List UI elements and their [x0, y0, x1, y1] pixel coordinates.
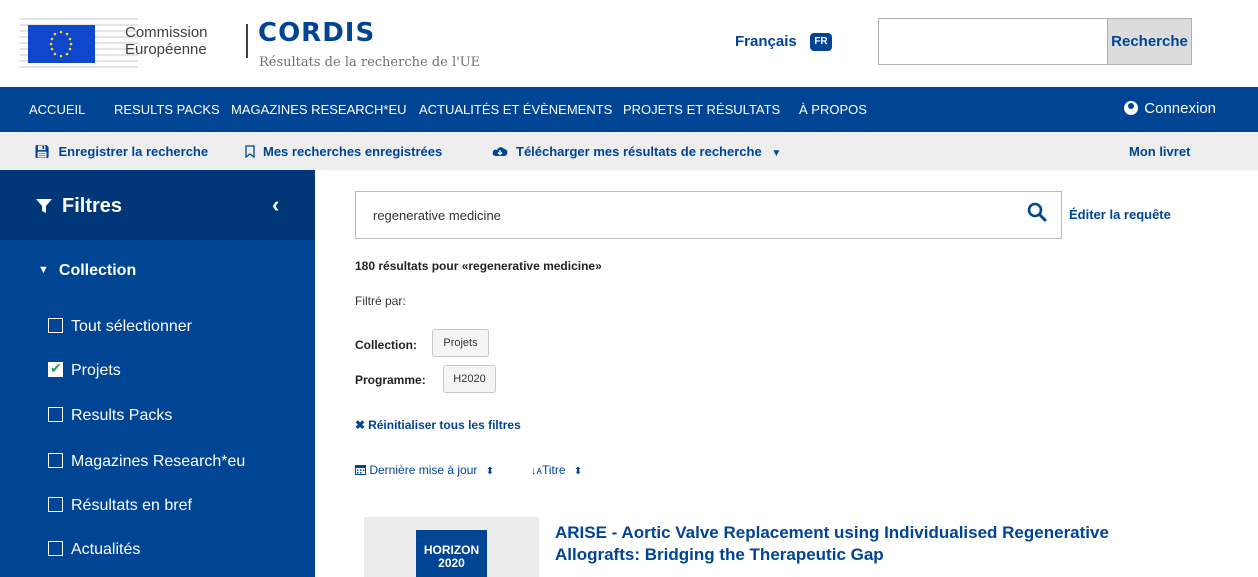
bookmark-icon — [245, 144, 255, 159]
checkbox[interactable] — [48, 318, 63, 333]
nav-item-results-packs[interactable]: RESULTS PACKS — [114, 102, 220, 117]
site-header: Commission Européenne CORDIS Résultats d… — [0, 0, 1258, 84]
nav-item-projets[interactable]: PROJETS ET RÉSULTATS — [623, 102, 780, 117]
filters-header: Filtres ‹ — [0, 170, 315, 240]
commission-name: Commission Européenne — [125, 24, 208, 58]
collection-filter-chip[interactable]: Projets — [432, 329, 489, 357]
filter-label: Tout sélectionner — [71, 318, 192, 335]
site-search-input[interactable] — [878, 18, 1108, 65]
login-link[interactable]: Connexion — [1124, 100, 1216, 117]
calendar-icon — [355, 463, 369, 477]
horizon-2020-logo: HORIZON 2020 — [416, 530, 487, 577]
filters-sidebar: Filtres ‹ ▼ Collection Tout sélectionner … — [0, 170, 315, 577]
query-input[interactable]: regenerative medicine — [355, 191, 1062, 239]
filters-title-label: Filtres — [62, 195, 123, 217]
nav-item-actualites[interactable]: ACTUALITÉS ET ÉVÈNEMENTS — [419, 102, 612, 117]
save-search-label: Enregistrer la recherche — [58, 144, 209, 159]
main-nav: ACCUEIL RESULTS PACKS MAGAZINES RESEARCH… — [0, 87, 1258, 132]
collection-section-title[interactable]: ▼ Collection — [38, 262, 136, 280]
programme-filter-label: Programme: — [355, 373, 426, 387]
sort-icon: ⬍ — [573, 466, 583, 477]
download-results-label: Télécharger mes résultats de recherche — [516, 144, 762, 159]
checkbox[interactable] — [48, 541, 63, 556]
ec-building-logo-icon — [20, 13, 138, 70]
checkbox[interactable] — [48, 407, 63, 422]
sort-title-label: Titre — [541, 463, 566, 477]
caret-down-icon: ▼ — [38, 264, 49, 276]
download-results-button[interactable]: Télécharger mes résultats de recherche ▼ — [492, 144, 781, 159]
result-title-link[interactable]: ARISE - Aortic Valve Replacement using I… — [555, 522, 1195, 566]
checkbox[interactable] — [48, 497, 63, 512]
programme-filter-chip[interactable]: H2020 — [443, 365, 496, 393]
user-icon — [1124, 101, 1139, 115]
filters-title: Filtres — [36, 195, 122, 218]
filter-item-tout-selectionner[interactable]: Tout sélectionner — [48, 318, 192, 336]
cordis-title[interactable]: CORDIS — [258, 18, 375, 48]
language-code-badge[interactable]: FR — [810, 33, 832, 51]
edit-query-link[interactable]: Éditer la requête — [1069, 207, 1171, 222]
search-toolbar: 💾︎ Enregistrer la recherche Mes recherche… — [0, 132, 1258, 170]
collection-title-label: Collection — [58, 262, 137, 279]
collapse-sidebar-icon[interactable]: ‹ — [272, 192, 279, 218]
collection-filter-label: Collection: — [355, 338, 417, 352]
sort-by-date[interactable]: Dernière mise à jour ⬍ — [355, 463, 494, 477]
sort-date-label: Dernière mise à jour — [369, 463, 478, 477]
checkbox[interactable] — [48, 453, 63, 468]
save-search-button[interactable]: 💾︎ Enregistrer la recherche — [34, 144, 208, 160]
filter-label: Magazines Research*eu — [71, 453, 246, 470]
logo-line-2: 2020 — [438, 556, 465, 570]
my-searches-button[interactable]: Mes recherches enregistrées — [245, 144, 442, 159]
save-icon: 💾︎ — [34, 144, 51, 159]
search-button[interactable]: Recherche — [1107, 18, 1192, 65]
close-icon: ✖ — [355, 418, 366, 432]
sort-alpha-icon: ↓ᴀ — [531, 465, 542, 477]
filter-icon — [36, 199, 52, 213]
filter-item-actualites[interactable]: Actualités — [48, 541, 140, 559]
chevron-down-icon: ▼ — [771, 148, 782, 159]
filter-label: Actualités — [71, 541, 141, 558]
filter-label: Résultats en bref — [71, 497, 192, 514]
cordis-subtitle: Résultats de la recherche de l'UE — [259, 55, 481, 70]
query-text: regenerative medicine — [373, 208, 501, 223]
search-icon[interactable] — [1027, 202, 1047, 222]
reset-filters-link[interactable]: ✖ Réinitialiser tous les filtres — [355, 418, 521, 432]
filter-item-magazines[interactable]: Magazines Research*eu — [48, 453, 245, 471]
filter-item-results-packs[interactable]: Results Packs — [48, 407, 172, 425]
filter-label: Projets — [71, 362, 121, 379]
reset-filters-label: Réinitialiser tous les filtres — [368, 418, 521, 432]
nav-item-a-propos[interactable]: À PROPOS — [799, 102, 867, 117]
sort-icon: ⬍ — [485, 466, 495, 477]
results-count: 180 résultats pour «regenerative medicin… — [355, 259, 602, 273]
checkbox-checked[interactable] — [48, 360, 63, 377]
filter-item-projets[interactable]: Projets — [48, 360, 121, 380]
header-divider — [246, 24, 248, 58]
commission-line-2: Européenne — [125, 41, 207, 58]
cloud-download-icon — [492, 144, 508, 159]
nav-item-accueil[interactable]: ACCUEIL — [29, 102, 85, 117]
nav-item-magazines[interactable]: MAGAZINES RESEARCH*EU — [231, 102, 407, 117]
sort-by-title[interactable]: ↓ᴀTitre ⬍ — [531, 463, 582, 477]
filter-label: Results Packs — [71, 407, 173, 424]
language-selector[interactable]: Français — [735, 33, 797, 50]
commission-line-1: Commission — [125, 24, 208, 41]
my-booklet-link[interactable]: Mon livret — [1129, 144, 1190, 159]
filtered-by-label: Filtré par: — [355, 294, 406, 308]
login-label: Connexion — [1144, 100, 1216, 117]
my-searches-label: Mes recherches enregistrées — [263, 144, 443, 159]
filter-item-resultats-en-bref[interactable]: Résultats en bref — [48, 497, 192, 515]
